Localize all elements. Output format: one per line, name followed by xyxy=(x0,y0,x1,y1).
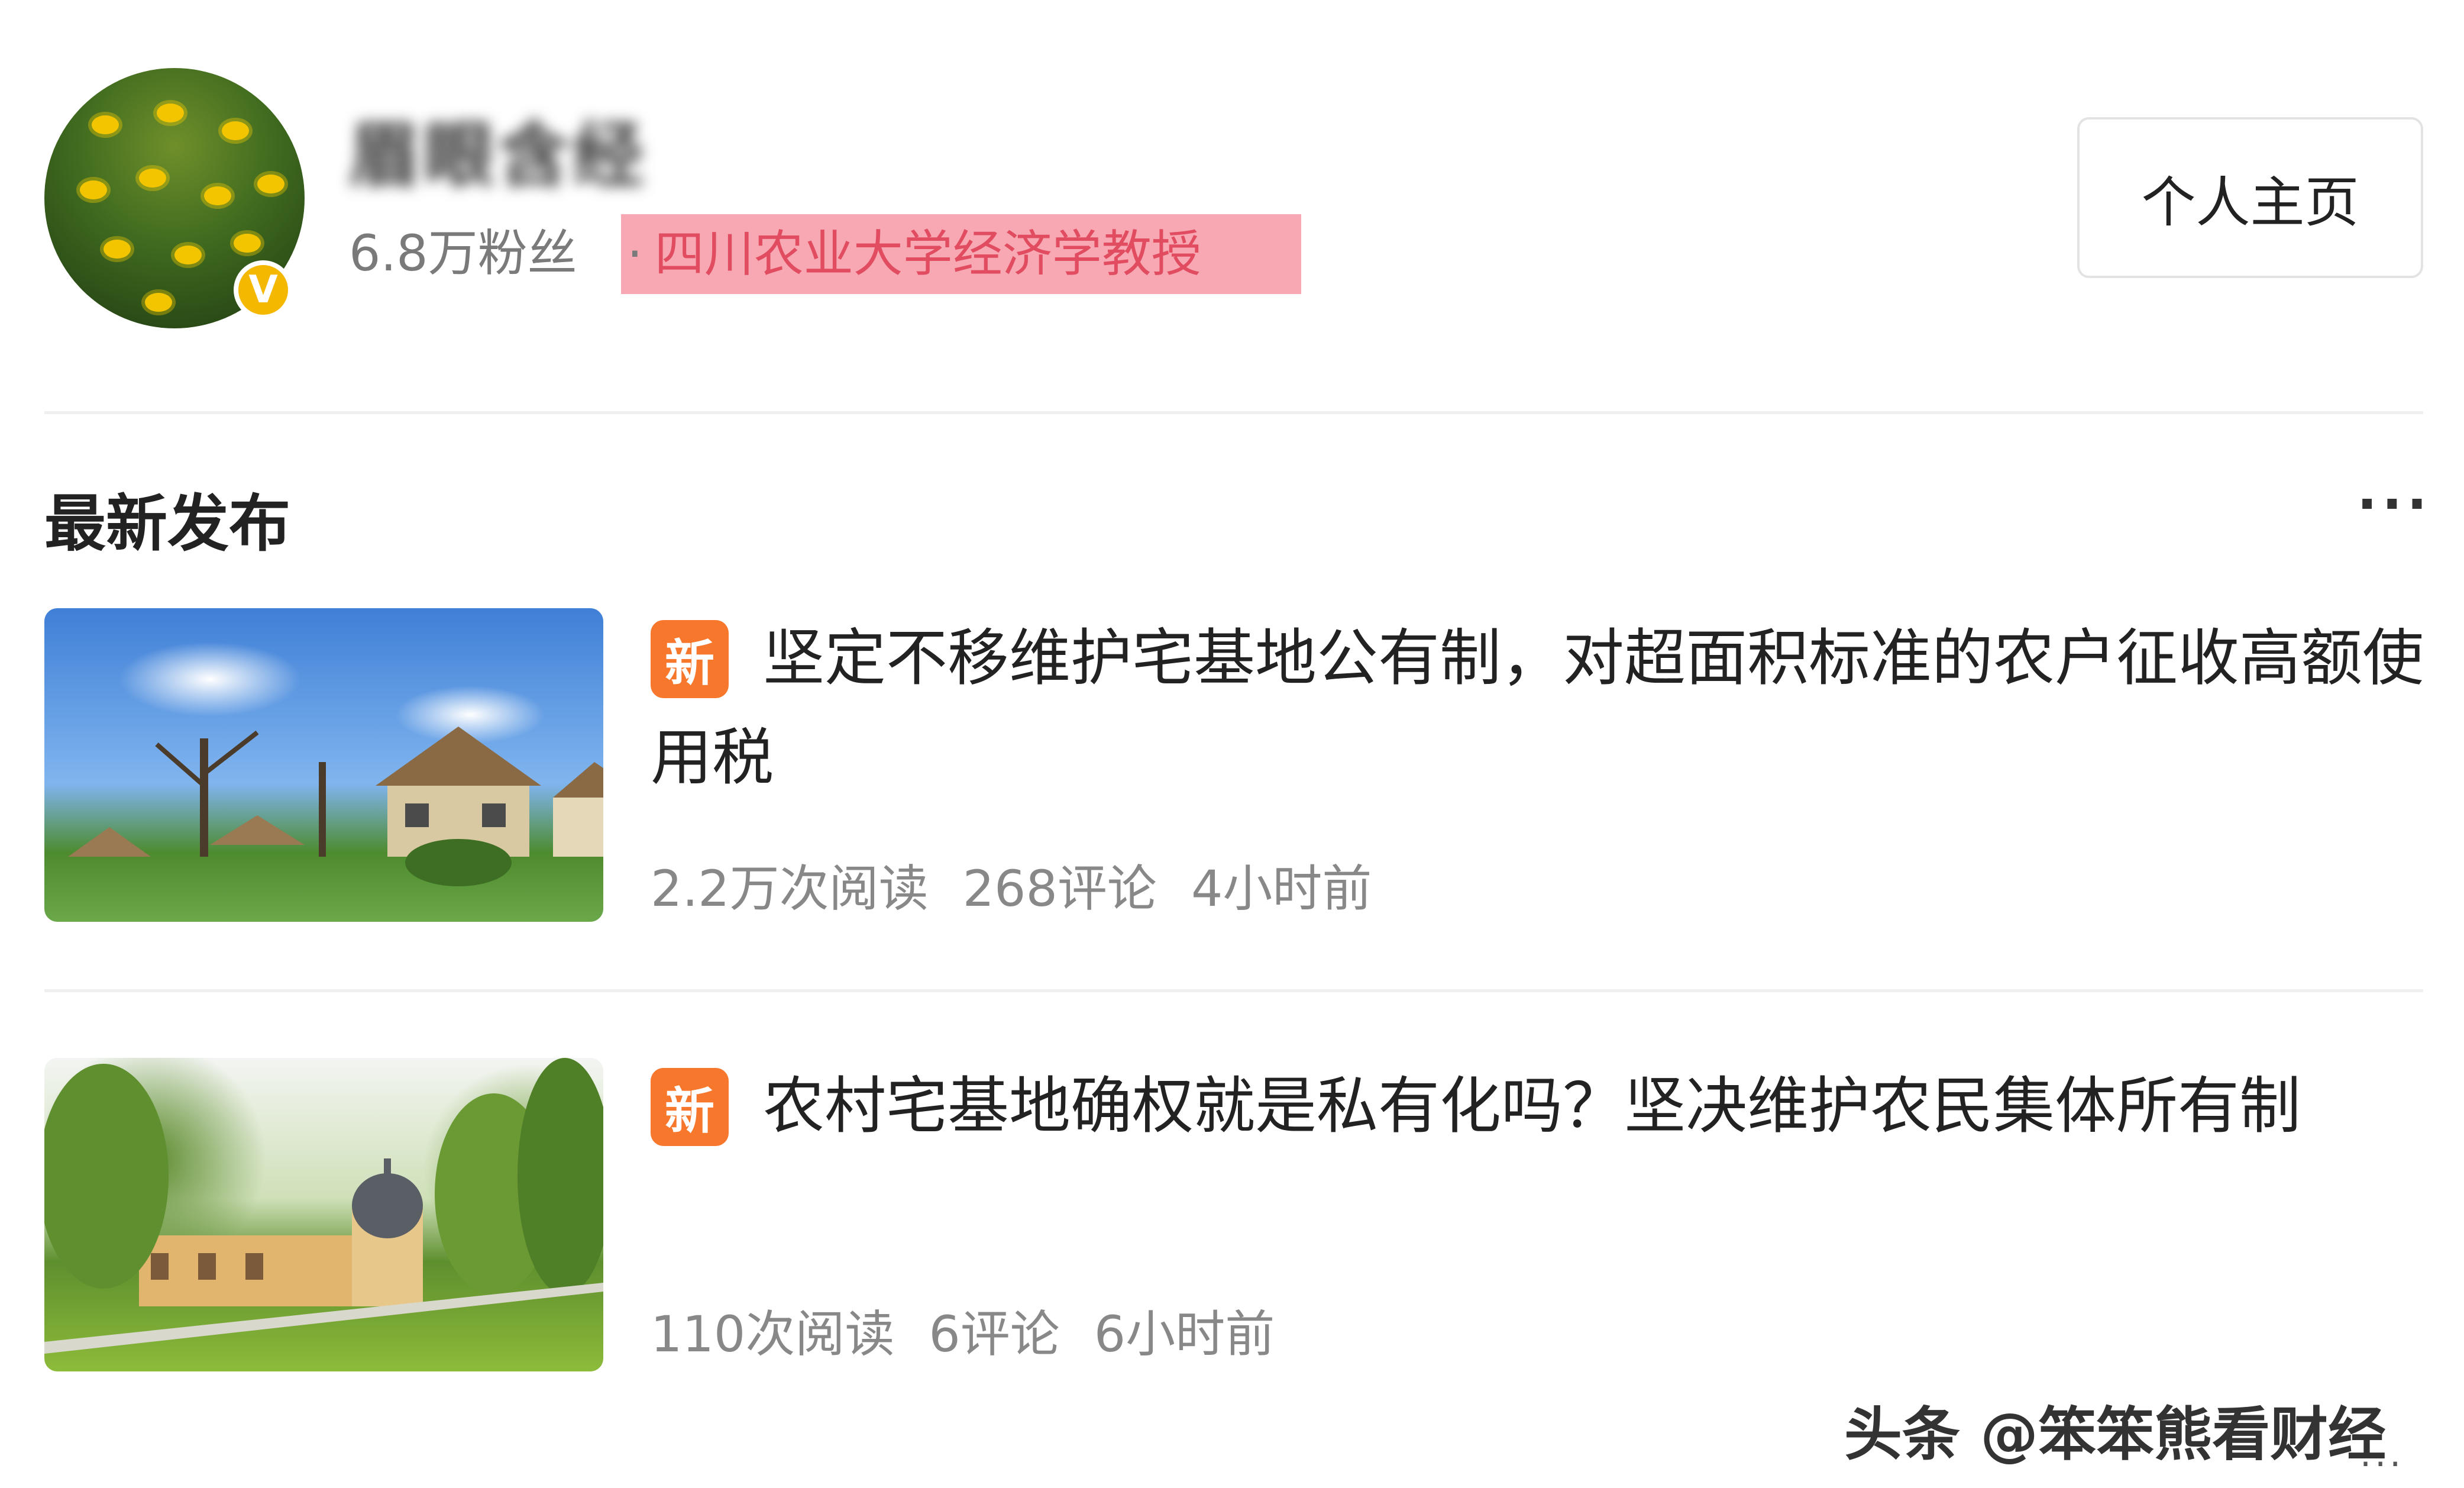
article-title[interactable]: 农村宅基地确权就是私有化吗？坚决维护农民集体所有制 xyxy=(651,1056,2425,1155)
verified-icon: V xyxy=(234,260,293,319)
username[interactable]: 眉眼含经 xyxy=(349,98,647,201)
flower-decoration xyxy=(174,246,202,264)
flower-decoration xyxy=(157,104,184,122)
flower-decoration xyxy=(104,240,131,259)
read-count: 110次阅读 xyxy=(651,1305,895,1363)
comment-count[interactable]: 268评论 xyxy=(963,860,1157,918)
separator: · xyxy=(627,225,643,283)
publish-time: 4小时前 xyxy=(1191,860,1372,918)
flower-decoration xyxy=(80,180,107,199)
article-meta: 110次阅读 6评论 6小时前 xyxy=(651,1295,1309,1366)
read-count: 2.2万次阅读 xyxy=(651,860,929,918)
watermark-dots: ··· xyxy=(2360,1444,2405,1485)
article-thumbnail[interactable] xyxy=(44,608,603,922)
profile-button[interactable]: 个人主页 xyxy=(2077,117,2423,278)
divider xyxy=(44,989,2423,992)
flower-decoration xyxy=(222,121,249,140)
author-organization: 四川农业大学经济学教授 xyxy=(654,225,1201,283)
follower-count: 6.8万粉丝 xyxy=(349,224,577,282)
article-thumbnail[interactable] xyxy=(44,1058,603,1371)
section-title: 最新发布 xyxy=(44,488,291,560)
countryside-house-photo xyxy=(68,727,603,886)
park-building-photo xyxy=(44,1058,603,1354)
flower-decoration xyxy=(139,169,166,188)
flower-decoration xyxy=(257,175,284,193)
comment-count[interactable]: 6评论 xyxy=(929,1305,1059,1363)
flower-decoration xyxy=(145,293,172,312)
author-title-highlight: · 四川农业大学经济学教授 xyxy=(621,214,1301,294)
divider xyxy=(44,411,2423,414)
flower-decoration xyxy=(204,186,231,205)
article-title[interactable]: 坚定不移维护宅基地公有制，对超面积标准的农户征收高额使用税 xyxy=(651,608,2425,807)
more-options-icon[interactable]: ··· xyxy=(2357,473,2432,535)
flower-decoration xyxy=(234,234,261,253)
article-meta: 2.2万次阅读 268评论 4小时前 xyxy=(651,849,1406,921)
publish-time: 6小时前 xyxy=(1094,1305,1275,1363)
watermark: 头条 @笨笨熊看财经 xyxy=(1844,1401,2387,1468)
flower-decoration xyxy=(92,115,119,134)
